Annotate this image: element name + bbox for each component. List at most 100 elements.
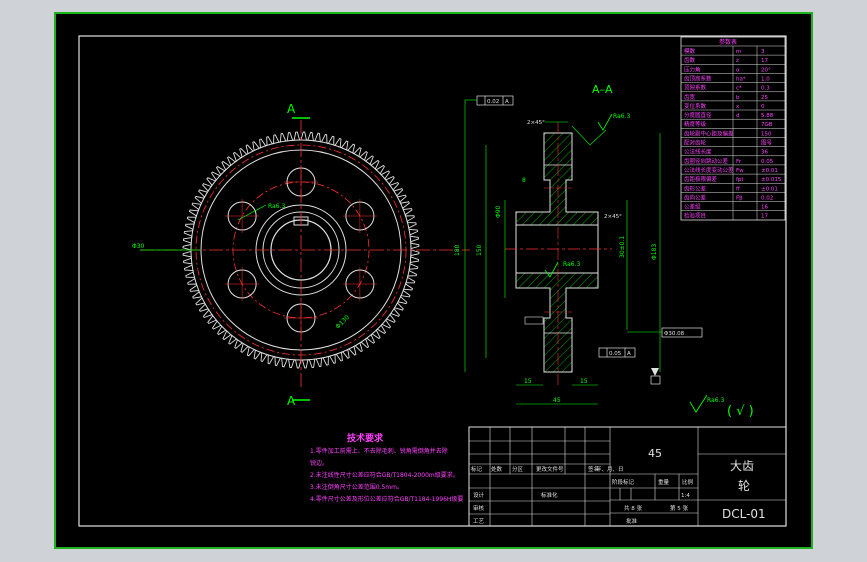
param-value: ±0.015 <box>761 177 782 183</box>
param-symbol: α <box>736 67 740 73</box>
param-value: 7GB <box>761 122 773 128</box>
material: 45 <box>648 447 662 460</box>
finish-top: Ra6.3 <box>613 113 630 120</box>
param-symbol: fpt <box>736 177 744 183</box>
param-symbol: ha* <box>736 77 746 83</box>
param-name: 齿数 <box>684 56 696 64</box>
param-name: 齿宽 <box>684 93 696 101</box>
chamfer-right: 2×45° <box>604 214 622 220</box>
sheet-number: 第 5 张 <box>670 504 688 512</box>
param-symbol: z <box>736 58 739 64</box>
param-symbol: b <box>736 95 740 101</box>
scale-label: 比例 <box>682 478 694 486</box>
param-name: 精度等级 <box>684 120 707 128</box>
dim-key: 30±0.1 <box>619 236 626 258</box>
param-value: ±0.01 <box>761 186 778 192</box>
param-symbol: m <box>736 49 741 55</box>
row-label-1: 处数 <box>491 465 503 473</box>
param-name: 模数 <box>684 47 696 55</box>
param-table-title: 参数表 <box>719 38 737 46</box>
section-view-title: A–A <box>592 83 613 96</box>
param-name: 顶隙系数 <box>684 84 707 92</box>
param-value: 1.0 <box>761 77 770 83</box>
general-finish-value: Ra6.3 <box>707 397 724 404</box>
param-value: 150 <box>761 131 772 137</box>
param-value: 0.05 <box>761 159 774 165</box>
tol-top-ref: A <box>505 99 509 105</box>
tech-req-4: 4.零件尺寸公差及形位公差应符合GB/T1184-1996H级要 <box>310 495 463 503</box>
sheet-total: 共 8 张 <box>624 504 642 512</box>
param-name: 公法线长度 <box>684 148 712 156</box>
param-name: 检验项目 <box>684 212 706 220</box>
param-name: 齿轮副中心距及偏差 <box>684 129 734 137</box>
param-name: 分度圆直径 <box>684 111 712 119</box>
param-symbol: ff <box>736 186 740 192</box>
dim-8: 8 <box>522 177 526 184</box>
param-name: 公差组 <box>684 203 701 211</box>
param-symbol: Fr <box>736 159 742 165</box>
param-name: 变位系数 <box>684 102 707 110</box>
dim-15-left: 15 <box>524 378 532 385</box>
param-value: 图号 <box>761 139 773 147</box>
param-name: 压力角 <box>684 65 701 73</box>
param-value: 0.02 <box>761 195 773 201</box>
param-name: 齿距极限偏差 <box>684 175 718 183</box>
cad-drawing-canvas[interactable]: A A Φ30 Ra6.3 Φ130 A–A 180 150 Φ90 Φ183 … <box>0 0 867 562</box>
param-name: 齿向公差 <box>684 193 707 201</box>
row-label-5: 年、月、日 <box>596 465 624 473</box>
tol-bottom-value: 0.05 <box>609 351 622 357</box>
row-label-0: 标记 <box>471 465 483 473</box>
drawing-sheet <box>54 12 813 549</box>
scale-value: 1:4 <box>681 493 690 499</box>
section-label-top: A <box>287 102 296 116</box>
dim-outer-dia: Φ183 <box>651 244 658 260</box>
param-value: 36 <box>761 150 768 156</box>
left-label-design: 设计 <box>473 491 485 499</box>
tech-req-title: 技术要求 <box>347 432 384 444</box>
gear-parameter-table: 参数表 模数 m 3 齿数 z 17 压力角 α 20° 齿顶高系数 ha* 1.0 顶隙系数 c* 0.3… <box>680 36 786 221</box>
tech-req-3: 3.未注倒角尺寸公差范围0.5mm。 <box>310 483 403 491</box>
chamfer-top: 2×45° <box>527 120 545 126</box>
tech-req-1b: 锐边。 <box>310 459 328 467</box>
param-symbol: Fβ <box>736 195 743 201</box>
param-value: 0 <box>761 104 765 110</box>
section-label-bottom: A <box>287 394 296 408</box>
weight-label: 重量 <box>658 478 670 486</box>
row-label-3: 更改文件号 <box>536 465 564 473</box>
param-symbol: d <box>736 113 740 119</box>
dim-15-right: 15 <box>580 378 588 385</box>
param-value: 0.3 <box>761 86 770 92</box>
front-surface-finish: Ra6.3 <box>268 203 285 210</box>
drawing-number: DCL-01 <box>722 507 766 521</box>
param-value: 5.88 <box>761 113 774 119</box>
param-value: 3 <box>761 49 765 55</box>
tech-req-2: 2.未注线性尺寸公差应符合GB/T1804-2000m级要求。 <box>310 471 459 479</box>
approve-label: 批准 <box>626 517 638 525</box>
param-name: 齿形公差 <box>684 184 707 192</box>
param-value: 25 <box>761 95 768 101</box>
param-value: 16 <box>761 205 768 211</box>
param-value: 20° <box>761 67 771 73</box>
param-value: ±0.01 <box>761 168 778 174</box>
bracket-mark: ( √ ) <box>727 404 754 419</box>
tol-bottom-ref: A <box>627 351 631 357</box>
param-symbol: Fw <box>736 168 744 174</box>
param-symbol: c* <box>736 86 742 92</box>
row-label-2: 分区 <box>512 465 524 473</box>
dim-45: 45 <box>553 397 561 404</box>
tol-bore: Φ30.08 <box>664 331 685 337</box>
left-label-process: 工艺 <box>473 518 485 525</box>
finish-bore: Ra6.3 <box>563 261 580 268</box>
tech-req-1: 1.零件加工前需上、不去除毛刺、锐角需倒角并去除 <box>310 447 448 455</box>
tol-top-value: 0.02 <box>487 99 499 105</box>
cad-viewport: A A Φ30 Ra6.3 Φ130 A–A 180 150 Φ90 Φ183 … <box>0 0 867 562</box>
dim-hub-dia: Φ90 <box>495 205 502 218</box>
dim-phi30: Φ30 <box>132 243 145 250</box>
dim-180: 180 <box>454 244 461 256</box>
param-value: 17 <box>761 58 768 64</box>
param-name: 齿圈径向跳动公差 <box>684 157 729 165</box>
param-name: 公法线长度变动公差 <box>684 166 734 174</box>
param-name: 配对齿轮 <box>684 139 707 147</box>
param-name: 齿顶高系数 <box>684 75 712 83</box>
dim-150: 150 <box>476 244 483 256</box>
